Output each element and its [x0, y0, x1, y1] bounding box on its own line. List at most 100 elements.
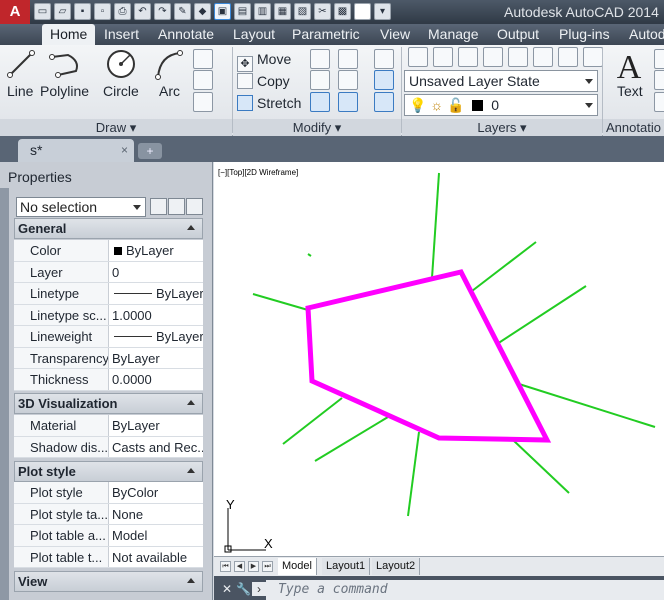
property-row[interactable]: Color ByLayer	[14, 240, 203, 262]
save-as-icon[interactable]: ▫	[94, 3, 111, 20]
text-label[interactable]: Text	[617, 83, 643, 99]
draw-panel-title[interactable]: Draw ▾	[0, 119, 232, 136]
collapse-icon[interactable]	[187, 400, 195, 405]
offset-icon[interactable]	[374, 92, 394, 112]
layer-icon[interactable]: ◆	[194, 3, 211, 20]
sheet-icon[interactable]: ▧	[294, 3, 311, 20]
tab-layout1[interactable]: Layout1	[322, 558, 371, 575]
command-prompt-icon[interactable]: ›	[252, 582, 266, 596]
tab-layout[interactable]: Layout	[233, 24, 275, 45]
save-icon[interactable]: ▪	[74, 3, 91, 20]
autocad-logo-icon[interactable]: A	[0, 0, 30, 24]
prev-layout-icon[interactable]: ◀	[234, 561, 245, 572]
tab-annotate[interactable]: Annotate	[158, 24, 214, 45]
palette-icon[interactable]: ▦	[274, 3, 291, 20]
layer-previous-icon[interactable]	[558, 47, 578, 67]
line-button[interactable]	[4, 47, 36, 84]
section-view[interactable]: View	[14, 571, 203, 592]
collapse-icon[interactable]	[187, 578, 195, 583]
layers-panel-title[interactable]: Layers ▾	[402, 119, 602, 136]
fillet-icon[interactable]	[338, 70, 358, 90]
layer-state-dropdown[interactable]: Unsaved Layer State	[404, 70, 598, 92]
tab-parametric[interactable]: Parametric	[292, 24, 360, 45]
match-properties-icon[interactable]: ✎	[174, 3, 191, 20]
palette-title-strip[interactable]	[0, 188, 9, 600]
plot-icon[interactable]: ▤	[234, 3, 251, 20]
layer-off-icon[interactable]	[433, 47, 453, 67]
layout-icon[interactable]: ▥	[254, 3, 271, 20]
property-row[interactable]: Layer 0	[14, 261, 203, 283]
polyline-button[interactable]	[46, 47, 86, 84]
first-layout-icon[interactable]: ⏮	[220, 561, 231, 572]
tab-manage[interactable]: Manage	[428, 24, 479, 45]
tab-home[interactable]: Home	[42, 24, 96, 45]
drawing-area[interactable]: [−][Top][2D Wireframe] Y X	[214, 162, 664, 556]
layer-match-icon[interactable]	[533, 47, 553, 67]
new-tab-icon[interactable]: +	[138, 143, 162, 159]
erase-icon[interactable]	[374, 49, 394, 69]
ellipse-icon[interactable]	[193, 70, 213, 90]
new-file-icon[interactable]: ▭	[34, 3, 51, 20]
tab-output[interactable]: Output	[497, 24, 539, 45]
tab-autodesk[interactable]: Autod	[629, 24, 664, 45]
modify-panel-title[interactable]: Modify ▾	[233, 119, 401, 136]
print-icon[interactable]: ⎙	[114, 3, 131, 20]
copy-button[interactable]: Copy	[237, 70, 290, 92]
quick-select-icon[interactable]	[186, 198, 203, 215]
close-tab-icon[interactable]: ×	[121, 139, 128, 162]
property-row[interactable]: Plot table t... Not available	[14, 546, 203, 568]
open-file-icon[interactable]: ▱	[54, 3, 71, 20]
select-objects-icon[interactable]	[168, 198, 185, 215]
property-row[interactable]: Transparency ByLayer	[14, 347, 203, 369]
toggle-pickadd-icon[interactable]	[150, 198, 167, 215]
magenta-polyline[interactable]	[305, 269, 552, 443]
tab-model[interactable]: Model	[278, 558, 317, 575]
layer-isolate-icon[interactable]	[458, 47, 478, 67]
redo-icon[interactable]: ↷	[154, 3, 171, 20]
rectangle-icon[interactable]	[193, 49, 213, 69]
properties-icon[interactable]: ▩	[334, 3, 351, 20]
property-row[interactable]: Linetype sc... 1.0000	[14, 304, 203, 326]
collapse-icon[interactable]	[187, 468, 195, 473]
property-row[interactable]: Thickness 0.0000	[14, 369, 203, 391]
layer-walk-icon[interactable]	[583, 47, 603, 67]
collapse-icon[interactable]	[187, 225, 195, 230]
hatch-icon[interactable]	[193, 92, 213, 112]
property-row[interactable]: Plot style ta... None	[14, 503, 203, 525]
cut-icon[interactable]: ✂	[314, 3, 331, 20]
property-row[interactable]: Material ByLayer	[14, 415, 203, 437]
tab-view[interactable]: View	[380, 24, 410, 45]
property-row[interactable]: Shadow dis... Casts and Rec...	[14, 436, 203, 458]
close-command-icon[interactable]: ✕	[220, 582, 234, 596]
property-row[interactable]: Plot table a... Model	[14, 525, 203, 547]
mirror-icon[interactable]	[310, 70, 330, 90]
layer-freeze-icon[interactable]	[483, 47, 503, 67]
explode-icon[interactable]	[374, 70, 394, 90]
viewport-icon[interactable]: ▣	[214, 3, 231, 20]
next-layout-icon[interactable]: ▶	[248, 561, 259, 572]
circle-label[interactable]: Circle	[103, 83, 139, 99]
trim-icon[interactable]	[338, 49, 358, 69]
stretch-button[interactable]: Stretch	[237, 92, 301, 114]
section-3d-visualization[interactable]: 3D Visualization	[14, 393, 203, 414]
current-layer-dropdown[interactable]: 💡 ☼ 🔓 0	[404, 94, 598, 116]
polyline-label[interactable]: Polyline	[40, 83, 89, 99]
text-button[interactable]: A	[612, 47, 646, 86]
customize-icon[interactable]: 🔧	[236, 582, 251, 596]
command-input[interactable]: Type a command	[266, 580, 664, 600]
annotation-panel-title[interactable]: Annotatio	[603, 119, 664, 136]
line-label[interactable]: Line	[7, 83, 33, 99]
array-icon[interactable]	[338, 92, 358, 112]
leader-icon[interactable]	[654, 70, 664, 90]
qat-dropdown-icon[interactable]: ▾	[374, 3, 391, 20]
document-tab[interactable]: s* ×	[18, 139, 134, 162]
table-icon[interactable]	[654, 92, 664, 112]
move-button[interactable]: ✥ Move	[237, 48, 291, 72]
arc-button[interactable]	[152, 47, 186, 84]
section-general[interactable]: General	[14, 218, 203, 239]
tab-layout2[interactable]: Layout2	[372, 558, 421, 575]
color-swatch-icon[interactable]	[354, 3, 371, 20]
property-row[interactable]: Linetype ByLayer	[14, 283, 203, 305]
arc-label[interactable]: Arc	[159, 83, 180, 99]
dimension-icon[interactable]	[654, 49, 664, 69]
